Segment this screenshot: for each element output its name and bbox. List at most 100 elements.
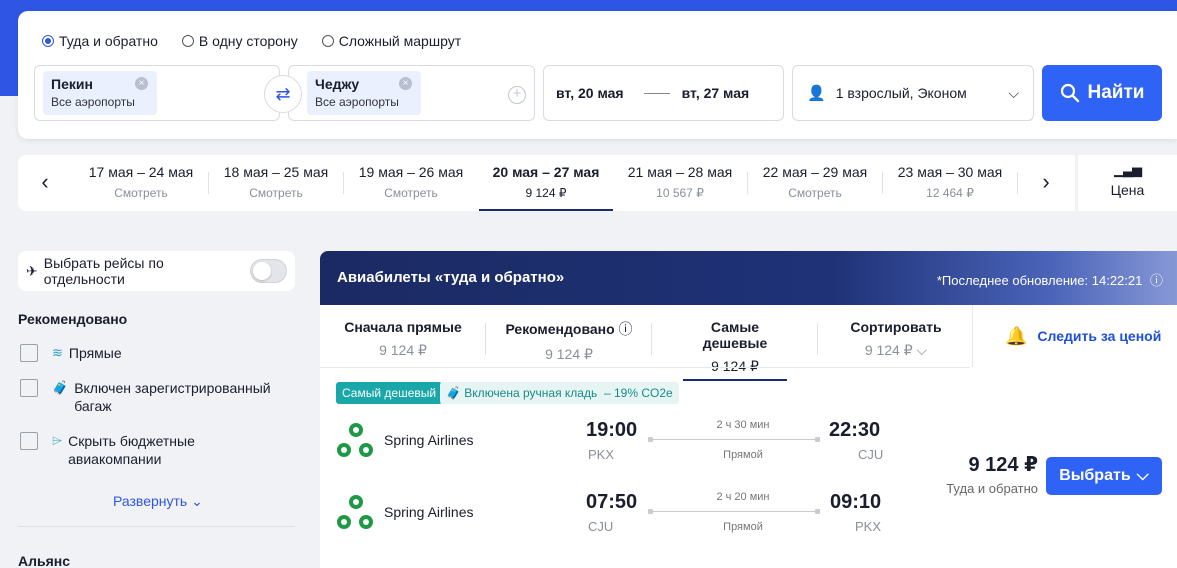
date-range: 18 мая – 25 мая xyxy=(223,164,329,180)
flight-leg-outbound: Spring Airlines 19:00 PKX 2 ч 30 мин Пря… xyxy=(320,419,920,469)
date-range: 23 мая – 30 мая xyxy=(897,164,1003,180)
person-icon: 👤 xyxy=(807,85,826,102)
alliance-title: Альянс xyxy=(18,553,71,568)
swap-button[interactable]: ⇄ xyxy=(264,75,302,113)
divider xyxy=(208,172,209,194)
find-button[interactable]: Найти xyxy=(1042,65,1162,121)
radio-icon xyxy=(181,35,194,47)
flight-duration: 2 ч 30 мин xyxy=(716,419,770,431)
filter-label: Прямые xyxy=(68,345,122,361)
price-chart-toggle[interactable]: ▁▃▅ Цена xyxy=(1078,155,1177,211)
date-range: 19 мая – 26 мая xyxy=(358,164,464,180)
filter-direct[interactable]: ≋ Прямые xyxy=(20,344,122,362)
clear-icon[interactable]: × xyxy=(135,77,148,90)
departure-code: PKX xyxy=(588,447,615,462)
divider xyxy=(1017,172,1018,194)
sort-tab-label: Сначала прямые xyxy=(344,319,462,335)
trip-type-label: В одну сторону xyxy=(198,33,298,49)
from-field[interactable]: Пекин Все аэропорты × xyxy=(34,65,280,121)
trip-type-multicity[interactable]: Сложный маршрут xyxy=(321,33,462,49)
to-field[interactable]: Чеджу Все аэропорты × + xyxy=(288,65,535,121)
badge-co2: – 19% CO2e xyxy=(598,382,679,404)
info-icon[interactable]: ⓘ xyxy=(619,321,633,337)
select-separately-label: Выбрать рейсы по отдельности xyxy=(43,255,164,287)
sort-tab-price: 9 124 ₽ xyxy=(545,346,593,362)
date-option[interactable]: 22 мая – 29 мая Смотреть xyxy=(756,155,874,211)
sort-tab-sort[interactable]: Сортировать 9 124 ₽ ⌵ xyxy=(840,319,952,359)
sort-tab-direct[interactable]: Сначала прямые 9 124 ₽ xyxy=(334,319,472,359)
select-offer-button[interactable]: Выбрать ⌵ xyxy=(1046,457,1162,495)
checkbox[interactable] xyxy=(20,432,38,450)
price-toggle-label: Цена xyxy=(1110,182,1145,198)
arrival-time: 09:10 xyxy=(830,491,882,513)
info-icon[interactable]: ⓘ xyxy=(1150,273,1163,288)
chevron-down-icon: ⌵ xyxy=(1136,467,1149,484)
arrival-code: PKX xyxy=(855,519,882,534)
results-panel: Авиабилеты «туда и обратно» *Последнее о… xyxy=(320,251,1177,568)
divider xyxy=(320,367,970,368)
bell-icon: 🔔 xyxy=(1005,325,1028,346)
spring-airlines-logo-icon xyxy=(337,495,373,529)
date-strip: ‹ 17 мая – 24 мая Смотреть 18 мая – 25 м… xyxy=(18,155,1075,211)
last-updated: *Последнее обновление: 14:22:21 xyxy=(936,273,1143,288)
departure-time: 07:50 xyxy=(586,491,638,513)
select-separately-card: ✈ Выбрать рейсы по отдельности xyxy=(18,251,295,291)
from-city-chip[interactable]: Пекин Все аэропорты × xyxy=(43,71,157,115)
passengers-field[interactable]: 👤 1 взрослый, Эконом ⌵ xyxy=(792,65,1034,121)
sort-tab-recommended[interactable]: Рекомендовано ⓘ 9 124 ₽ xyxy=(498,319,640,363)
date-option-selected[interactable]: 20 мая – 27 мая 9 124 ₽ xyxy=(479,155,613,211)
sort-tab-price: 9 124 ₽ xyxy=(379,342,427,358)
badge-label: Включена ручная кладь xyxy=(464,386,598,400)
filter-label: Скрыть бюджетные xyxy=(68,433,195,449)
date-option[interactable]: 23 мая – 30 мая 12 464 ₽ xyxy=(891,155,1009,211)
direct-flight-icon: ≋ xyxy=(52,345,63,360)
date-range: 20 мая – 27 мая xyxy=(492,164,600,180)
date-option[interactable]: 17 мая – 24 мая Смотреть xyxy=(82,155,200,211)
trip-type-label: Сложный маршрут xyxy=(338,33,462,49)
trip-type-group: Туда и обратно В одну сторону Сложный ма… xyxy=(42,33,461,49)
arrival-time: 22:30 xyxy=(829,419,881,441)
select-separately-toggle[interactable] xyxy=(249,259,287,283)
clear-icon[interactable]: × xyxy=(399,77,412,90)
swap-icon: ⇄ xyxy=(275,83,291,104)
airline-name: Spring Airlines xyxy=(384,504,474,520)
divider xyxy=(485,323,486,355)
radio-icon xyxy=(321,35,334,47)
to-city-chip[interactable]: Чеджу Все аэропорты × xyxy=(307,71,421,115)
spring-airlines-logo-icon xyxy=(337,423,373,457)
expand-label: Развернуть xyxy=(113,493,188,509)
checkbox[interactable] xyxy=(20,379,38,397)
divider xyxy=(817,323,818,355)
date-sub: 9 124 ₽ xyxy=(525,186,567,200)
filter-checked-baggage[interactable]: 🧳 Включен зарегистрированный багаж xyxy=(20,379,271,415)
date-from: вт, 20 мая xyxy=(556,85,624,101)
track-price-button[interactable]: 🔔 Следить за ценой xyxy=(972,305,1177,367)
checkbox[interactable] xyxy=(20,344,38,362)
radio-icon xyxy=(42,35,54,47)
arrival-code: CJU xyxy=(858,447,884,462)
filter-hide-budget[interactable]: ⌲ Скрыть бюджетные авиакомпании xyxy=(20,432,195,468)
offer-price-note: Туда и обратно xyxy=(946,481,1038,496)
route-line xyxy=(648,437,820,442)
chevron-left-icon[interactable]: ‹ xyxy=(33,169,57,195)
chevron-right-icon[interactable]: › xyxy=(1034,169,1058,195)
date-sub: Смотреть xyxy=(788,186,842,200)
date-sub: Смотреть xyxy=(249,186,303,200)
bar-chart-icon: ▁▃▅ xyxy=(1114,162,1142,177)
date-sub: 12 464 ₽ xyxy=(926,186,974,200)
date-range: 21 мая – 28 мая xyxy=(627,164,733,180)
search-panel: Туда и обратно В одну сторону Сложный ма… xyxy=(18,11,1177,139)
route-line xyxy=(648,509,820,514)
add-icon[interactable]: + xyxy=(508,86,526,104)
expand-link[interactable]: Развернуть ⌄ xyxy=(113,493,203,510)
trip-type-oneway[interactable]: В одну сторону xyxy=(181,33,298,49)
date-option[interactable]: 21 мая – 28 мая 10 567 ₽ xyxy=(621,155,739,211)
trip-type-roundtrip[interactable]: Туда и обратно xyxy=(42,33,158,49)
date-option[interactable]: 19 мая – 26 мая Смотреть xyxy=(352,155,470,211)
filter-label-cont: авиакомпании xyxy=(68,451,162,467)
recommended-title: Рекомендовано xyxy=(18,311,128,327)
track-price-label: Следить за ценой xyxy=(1037,328,1162,344)
select-label: Выбрать xyxy=(1059,467,1131,484)
date-option[interactable]: 18 мая – 25 мая Смотреть xyxy=(217,155,335,211)
dates-field[interactable]: вт, 20 мая вт, 27 мая xyxy=(543,65,784,121)
